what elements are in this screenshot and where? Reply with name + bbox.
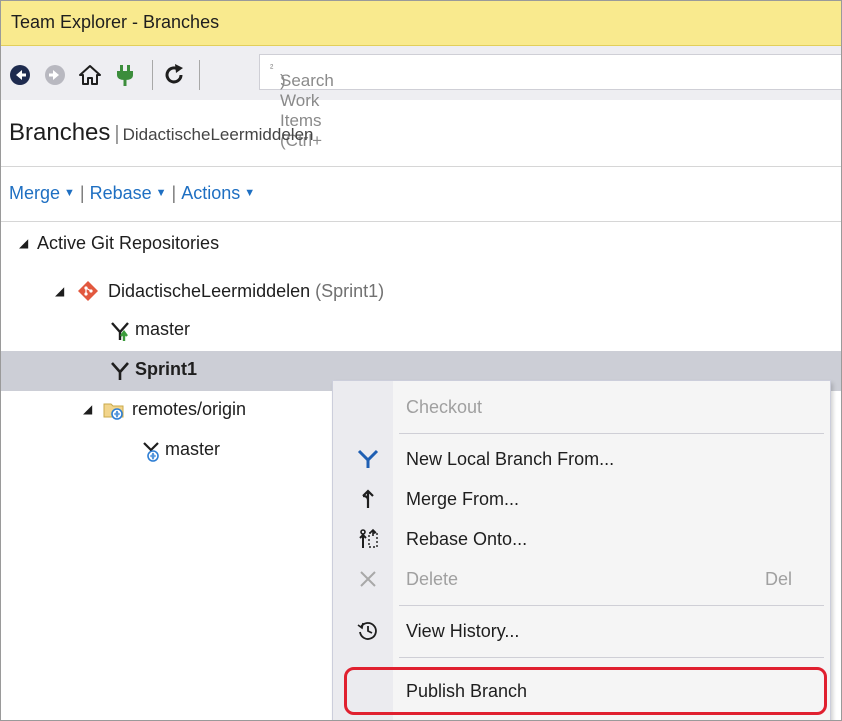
branch-icon — [111, 362, 129, 380]
search-placeholder: Search Work Items (Ctrl+ ²) — [270, 63, 334, 150]
menu-item-rebase-onto[interactable]: Rebase Onto... — [333, 519, 830, 559]
chevron-down-icon: ▼ — [64, 187, 75, 199]
git-repo-icon — [78, 281, 98, 301]
expand-triangle-icon[interactable]: ◢ — [55, 284, 69, 298]
project-name: DidactischeLeermiddelen — [122, 125, 314, 144]
refresh-icon[interactable] — [163, 64, 185, 86]
forward-icon — [45, 65, 65, 85]
branch-master[interactable]: master — [109, 319, 191, 341]
menu-item-delete[interactable]: Delete Del — [333, 559, 830, 599]
title-bar: Team Explorer - Branches — [1, 1, 841, 46]
chevron-down-icon: ▼ — [244, 187, 256, 199]
rebase-link[interactable]: Rebase ▼ — [90, 183, 167, 203]
menu-separator — [399, 657, 824, 658]
active-repositories-header[interactable]: ◢ Active Git Repositories — [19, 233, 219, 254]
actions-link[interactable]: Actions ▼ — [181, 183, 255, 203]
repository-name: DidactischeLeermiddelen — [108, 281, 311, 301]
connect-icon[interactable] — [114, 64, 136, 86]
menu-separator — [399, 433, 824, 434]
menu-item-checkout[interactable]: Checkout — [333, 387, 830, 427]
expand-triangle-icon[interactable]: ◢ — [19, 236, 33, 250]
branch-sync-icon — [111, 322, 129, 341]
merge-link[interactable]: Merge ▼ — [9, 183, 75, 203]
delete-shortcut: Del — [764, 569, 792, 589]
page-heading: Branches | DidactischeLeermiddelen — [9, 119, 313, 147]
repository-current-branch: (Sprint1) — [315, 281, 385, 301]
merge-arrow-icon — [362, 489, 374, 508]
branch-label: Sprint1 — [135, 359, 198, 379]
page-title: Branches — [9, 119, 111, 146]
remote-branch-icon — [143, 442, 159, 462]
menu-item-view-history[interactable]: View History... — [333, 611, 830, 651]
new-branch-icon — [357, 449, 379, 468]
navigation-toolbar: Search Work Items (Ctrl+ ²) — [1, 46, 841, 150]
branch-actions-bar: Merge ▼ | Rebase ▼ | Actions ▼ — [9, 183, 256, 203]
history-clock-icon — [357, 622, 377, 640]
divider — [1, 221, 841, 222]
menu-separator — [399, 605, 824, 606]
home-icon[interactable] — [79, 64, 101, 86]
remote-folder-icon — [103, 403, 124, 420]
expand-triangle-icon[interactable]: ◢ — [83, 402, 97, 416]
team-explorer-window: Team Explorer - Branches Search Work Ite… — [0, 0, 842, 721]
window-title: Team Explorer - Branches — [11, 12, 220, 32]
back-icon[interactable] — [9, 64, 31, 86]
menu-item-merge-from[interactable]: Merge From... — [333, 479, 830, 519]
repository-node[interactable]: ◢ DidactischeLeermiddelen (Sprint1) — [55, 281, 384, 302]
publish-branch-callout — [344, 667, 827, 715]
toolbar-separator — [152, 60, 153, 90]
chevron-down-icon: ▼ — [155, 187, 167, 199]
delete-x-icon — [360, 571, 376, 587]
remote-branch-master[interactable]: master — [141, 439, 221, 462]
search-work-items-input[interactable]: Search Work Items (Ctrl+ ²) — [259, 54, 841, 150]
heading-separator: | — [114, 123, 120, 145]
branch-label: master — [135, 319, 191, 339]
toolbar-separator — [199, 60, 200, 90]
branch-label: master — [165, 439, 221, 459]
rebase-icon — [359, 528, 378, 548]
divider — [1, 166, 841, 167]
menu-item-new-local-branch[interactable]: New Local Branch From... — [333, 439, 830, 479]
remote-name: remotes/origin — [132, 399, 247, 419]
branch-sprint1[interactable]: Sprint1 — [109, 359, 197, 380]
remote-origin-node[interactable]: ◢ remotes/origin — [83, 399, 246, 420]
